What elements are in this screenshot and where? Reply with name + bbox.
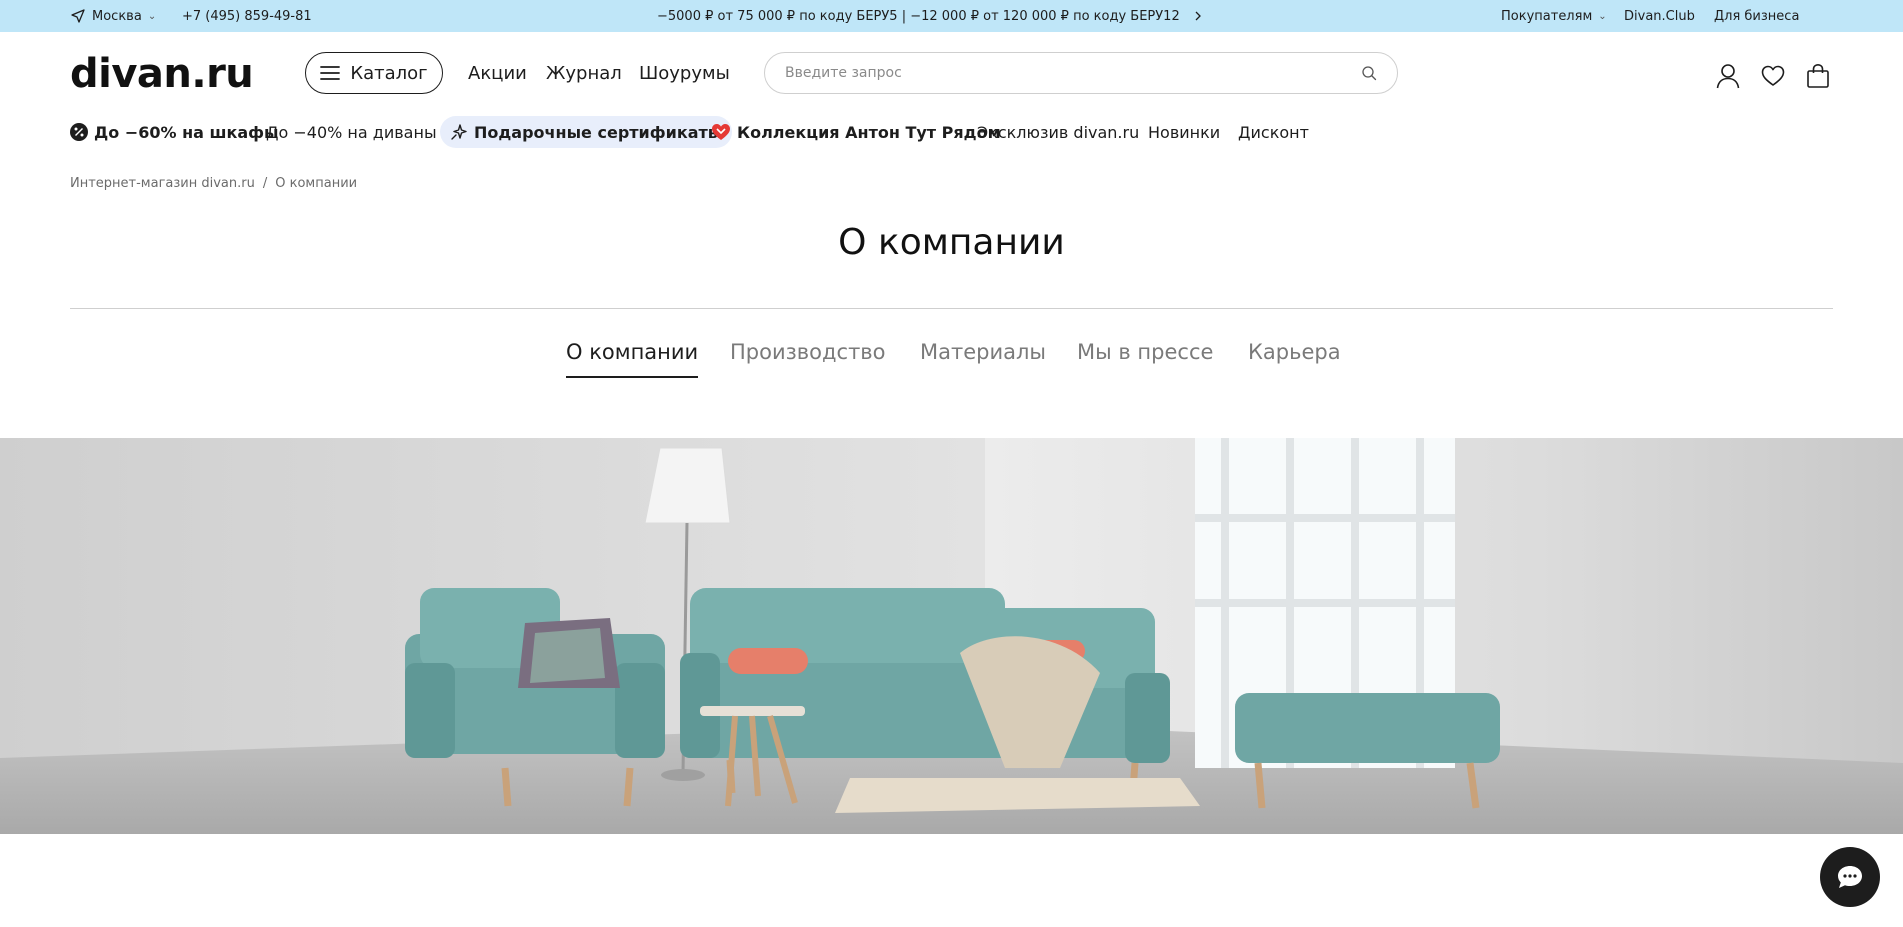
phone-link[interactable]: +7 (495) 859-49-81 — [182, 0, 312, 32]
tab-about[interactable]: О компании — [566, 340, 699, 378]
promo-new[interactable]: Новинки — [1148, 116, 1220, 148]
promo-wardrobes-label: До −60% на шкафы — [94, 122, 279, 142]
heart-icon — [712, 124, 730, 140]
catalog-button[interactable]: Каталог — [305, 52, 443, 94]
tab-career[interactable]: Карьера — [1248, 340, 1341, 364]
location-arrow-icon — [71, 9, 85, 23]
hamburger-icon — [320, 66, 341, 80]
profile-button[interactable] — [1714, 62, 1742, 90]
heart-icon — [1761, 65, 1785, 86]
catalog-label: Каталог — [350, 62, 428, 84]
business-link[interactable]: Для бизнеса — [1714, 0, 1799, 32]
divider — [70, 308, 1833, 309]
chevron-down-icon: ⌄ — [1598, 10, 1607, 22]
nav-promotions[interactable]: Акции — [468, 52, 527, 94]
tab-press[interactable]: Мы в прессе — [1077, 340, 1213, 364]
cart-button[interactable] — [1804, 62, 1832, 90]
section-tabs: О компании Производство Материалы Мы в п… — [0, 340, 1903, 380]
promo-gift-cards[interactable]: Подарочные сертификаты — [440, 116, 733, 148]
hero-image — [0, 438, 1903, 834]
breadcrumb-current: О компании — [275, 176, 358, 191]
top-bar: Москва ⌄ +7 (495) 859-49-81 −5000 ₽ от 7… — [0, 0, 1903, 32]
promo-text: −5000 ₽ от 75 000 ₽ по коду БЕРУ5 | −12 … — [657, 8, 1180, 24]
user-icon — [1716, 64, 1740, 89]
buyers-menu[interactable]: Покупателям ⌄ — [1501, 0, 1607, 32]
promo-anton-label: Коллекция Антон Тут Рядом — [737, 122, 1001, 142]
chat-button[interactable] — [1820, 847, 1880, 907]
promo-banner[interactable]: −5000 ₽ от 75 000 ₽ по коду БЕРУ5 | −12 … — [657, 0, 1204, 32]
breadcrumb: Интернет-магазин divan.ru / О компании — [70, 176, 357, 191]
chevron-down-icon: ⌄ — [147, 10, 157, 22]
search-input[interactable] — [785, 65, 1361, 81]
favorites-button[interactable] — [1759, 62, 1787, 90]
page-title: О компании — [838, 222, 1065, 263]
city-selector[interactable]: Москва ⌄ — [70, 0, 156, 32]
nav-journal[interactable]: Журнал — [546, 52, 622, 94]
percent-badge-icon — [70, 123, 88, 141]
promo-exclusive[interactable]: Эксклюзив divan.ru — [977, 116, 1139, 148]
chevron-right-icon — [1195, 11, 1201, 21]
logo[interactable]: divan.ru — [70, 52, 254, 96]
promo-gift-cards-label: Подарочные сертификаты — [474, 122, 723, 142]
divan-club-link[interactable]: Divan.Club — [1624, 0, 1695, 32]
tab-production[interactable]: Производство — [730, 340, 886, 364]
buyers-label: Покупателям — [1501, 8, 1593, 24]
nav-showrooms[interactable]: Шоурумы — [639, 52, 730, 94]
chat-bubble-icon — [1838, 866, 1862, 888]
tab-materials[interactable]: Материалы — [920, 340, 1046, 364]
breadcrumb-home[interactable]: Интернет-магазин divan.ru — [70, 176, 255, 191]
promo-anton-collection[interactable]: Коллекция Антон Тут Рядом — [711, 116, 1001, 148]
bag-icon — [1807, 63, 1829, 88]
search-icon[interactable] — [1361, 65, 1377, 81]
promo-wardrobes[interactable]: До −60% на шкафы — [70, 116, 279, 148]
sparkle-icon — [451, 124, 467, 140]
search-bar — [764, 52, 1398, 94]
promo-sofas[interactable]: До −40% на диваны — [266, 116, 437, 148]
promo-discount[interactable]: Дисконт — [1238, 116, 1309, 148]
breadcrumb-separator: / — [262, 176, 268, 191]
city-label: Москва — [92, 8, 142, 24]
living-room-illustration — [0, 438, 1903, 834]
